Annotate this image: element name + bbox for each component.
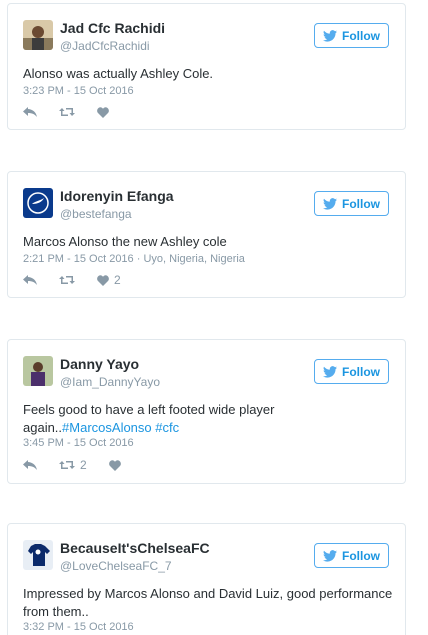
retweet-button[interactable]: 2: [59, 458, 87, 472]
hashtag-link[interactable]: #cfc: [155, 420, 179, 435]
tweet-timestamp[interactable]: 3:45 PM - 15 Oct 2016: [23, 437, 134, 449]
tweet-timestamp[interactable]: 3:23 PM - 15 Oct 2016: [23, 85, 134, 97]
follow-button[interactable]: Follow: [314, 23, 389, 48]
reply-button[interactable]: [23, 459, 37, 471]
retweet-button[interactable]: [59, 274, 75, 286]
avatar-photo-icon: [23, 20, 53, 50]
reply-button[interactable]: [23, 274, 37, 286]
reply-icon: [23, 107, 37, 117]
hashtag-link[interactable]: #MarcosAlonso: [62, 420, 152, 435]
avatar[interactable]: [23, 540, 53, 570]
tweet-text-line: from them..: [23, 604, 89, 619]
twitter-bird-icon: [323, 29, 337, 42]
retweet-button[interactable]: [59, 106, 75, 118]
tweet-text: Alonso was actually Ashley Cole.: [23, 66, 214, 81]
retweet-icon: [59, 108, 75, 116]
reply-icon: [23, 460, 37, 470]
retweet-icon: [59, 461, 75, 469]
like-button[interactable]: [97, 106, 109, 118]
tweet-header: BecauseIt'sChelseaFC @LoveChelseaFC_7 Fo…: [8, 536, 405, 576]
user-handle[interactable]: @bestefanga: [60, 207, 132, 221]
tweet-text: Impressed by Marcos Alonso and David Lui…: [23, 585, 395, 621]
tweet-text-line: Impressed by Marcos Alonso and David Lui…: [23, 586, 393, 601]
follow-label: Follow: [342, 364, 380, 379]
heart-icon: [108, 459, 121, 471]
twitter-bird-icon: [323, 549, 337, 562]
heart-icon: [97, 274, 109, 286]
tweet-header: Jad Cfc Rachidi @JadCfcRachidi Follow: [8, 16, 405, 56]
twitter-bird-icon: [323, 197, 337, 210]
heart-icon: [97, 106, 109, 118]
tweet-card: Danny Yayo @Iam_DannyYayo Follow Feels g…: [7, 339, 406, 484]
display-name[interactable]: Jad Cfc Rachidi: [60, 20, 165, 36]
tweet-actions: 2: [23, 457, 143, 473]
retweet-count: 2: [80, 458, 87, 472]
avatar[interactable]: [23, 20, 53, 50]
user-handle[interactable]: @JadCfcRachidi: [60, 39, 150, 53]
tweet-text: Marcos Alonso the new Ashley cole: [23, 234, 227, 249]
user-handle[interactable]: @Iam_DannyYayo: [60, 375, 160, 389]
tweet-card: Jad Cfc Rachidi @JadCfcRachidi Follow Al…: [7, 3, 406, 130]
follow-button[interactable]: Follow: [314, 543, 389, 568]
tweet-card: Idorenyin Efanga @bestefanga Follow Marc…: [7, 171, 406, 298]
avatar[interactable]: [23, 188, 53, 218]
tweet-actions: 2: [23, 272, 143, 288]
tweet-timestamp[interactable]: 2:21 PM - 15 Oct 2016 · Uyo, Nigeria, Ni…: [23, 253, 245, 265]
twitter-bird-icon: [323, 365, 337, 378]
like-button[interactable]: [108, 459, 121, 471]
retweet-icon: [59, 276, 75, 284]
tweet-text-line: Feels good to have a left footed wide pl…: [23, 402, 275, 417]
like-button[interactable]: 2: [97, 273, 121, 287]
display-name[interactable]: Idorenyin Efanga: [60, 188, 174, 204]
tweet-text-segment: again..: [23, 420, 63, 435]
tweet-text: Feels good to have a left footed wide pl…: [23, 401, 395, 437]
follow-label: Follow: [342, 196, 380, 211]
follow-button[interactable]: Follow: [314, 359, 389, 384]
avatar[interactable]: [23, 356, 53, 386]
club-crest-icon: [23, 188, 53, 218]
avatar-photo-icon: [23, 356, 53, 386]
shirt-avatar-icon: [23, 540, 53, 570]
follow-label: Follow: [342, 548, 380, 563]
tweet-card: BecauseIt'sChelseaFC @LoveChelseaFC_7 Fo…: [7, 523, 406, 635]
reply-icon: [23, 275, 37, 285]
like-count: 2: [114, 273, 121, 287]
user-handle[interactable]: @LoveChelseaFC_7: [60, 559, 172, 573]
follow-label: Follow: [342, 28, 380, 43]
tweet-header: Danny Yayo @Iam_DannyYayo Follow: [8, 352, 405, 392]
display-name[interactable]: BecauseIt'sChelseaFC: [60, 540, 210, 556]
tweet-text-line: again..#MarcosAlonso #cfc: [23, 419, 395, 437]
follow-button[interactable]: Follow: [314, 191, 389, 216]
reply-button[interactable]: [23, 106, 37, 118]
display-name[interactable]: Danny Yayo: [60, 356, 139, 372]
tweet-timestamp[interactable]: 3:32 PM - 15 Oct 2016: [23, 621, 134, 633]
tweet-header: Idorenyin Efanga @bestefanga Follow: [8, 184, 405, 224]
tweet-actions: [23, 104, 131, 120]
